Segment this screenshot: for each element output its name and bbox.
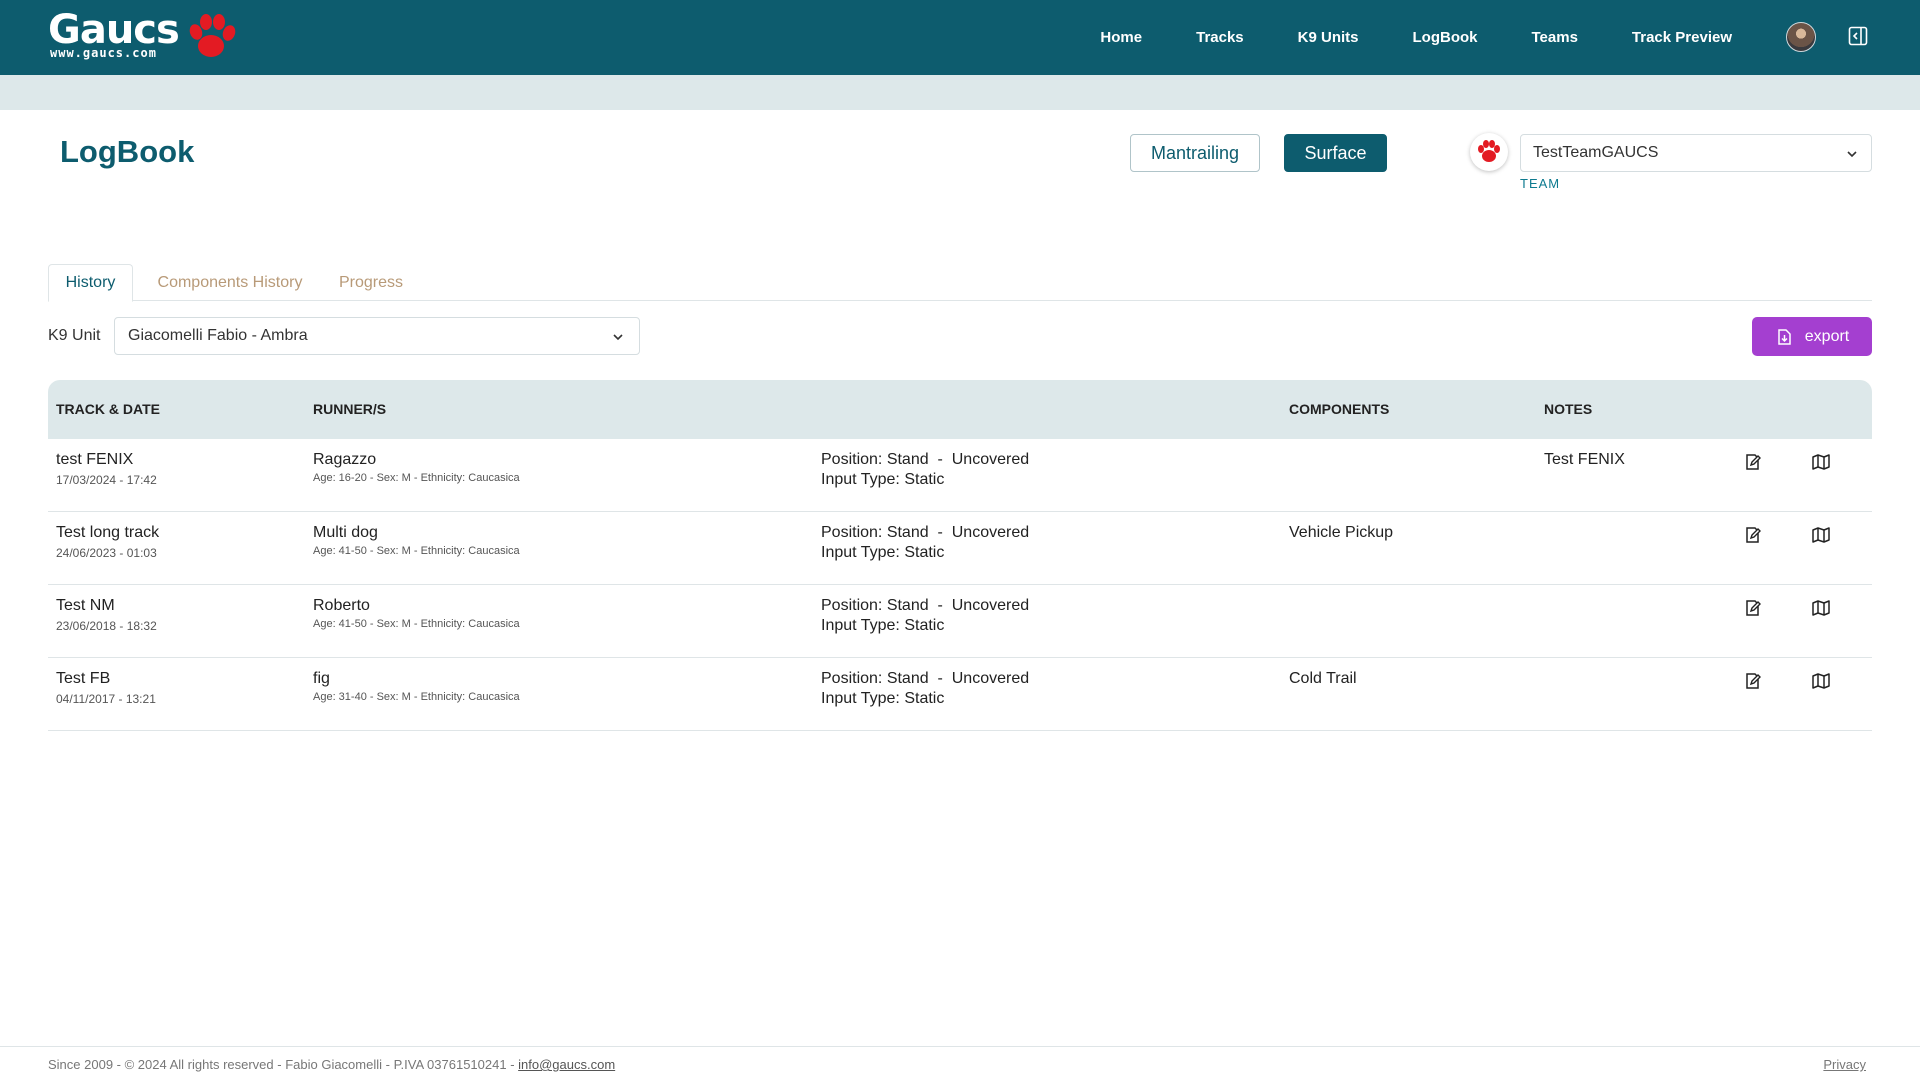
page-title: LogBook (60, 134, 195, 169)
table-header: TRACK & DATE RUNNER/S COMPONENTS NOTES (48, 380, 1872, 439)
table-row: Test FB 04/11/2017 - 13:21 fig Age: 31-40 -… (48, 658, 1872, 731)
map-icon[interactable] (1811, 452, 1831, 472)
edit-icon[interactable] (1743, 598, 1763, 618)
table-body: test FENIX 17/03/2024 - 17:42 Ragazzo Age: … (48, 439, 1872, 731)
tab-components-history[interactable]: Components History (150, 264, 310, 301)
runner-details: Age: 16-20 - Sex: M - Ethnicity: Caucasi… (313, 472, 520, 484)
map-icon[interactable] (1811, 671, 1831, 691)
input-type: Input Type: Static (821, 617, 945, 634)
track-name: Test FB (56, 670, 111, 687)
logo-url: www.gaucs.com (50, 46, 157, 60)
input-type: Input Type: Static (821, 544, 945, 561)
notes-cell: Test FENIX (1544, 451, 1625, 468)
runner-name: Multi dog (313, 524, 378, 541)
edit-icon[interactable] (1743, 525, 1763, 545)
team-logo (1470, 133, 1508, 171)
k9-unit-select[interactable]: Giacomelli Fabio - Ambra (114, 317, 640, 355)
runner-name: fig (313, 670, 330, 687)
nav-track-preview[interactable]: Track Preview (1632, 29, 1732, 46)
nav-teams[interactable]: Teams (1532, 29, 1578, 46)
table-row: Test NM 23/06/2018 - 18:32 Roberto Age: 41-… (48, 585, 1872, 658)
file-export-icon (1778, 328, 1791, 345)
chevron-down-icon (613, 334, 623, 341)
runner-details: Age: 41-50 - Sex: M - Ethnicity: Caucasi… (313, 618, 520, 630)
runner-position: Position: Stand - Uncovered (821, 597, 1030, 614)
components-cell: Vehicle Pickup (1289, 524, 1394, 541)
edit-icon[interactable] (1743, 452, 1763, 472)
logbook-tabs: History Components History Progress (48, 264, 1872, 302)
components-cell: Cold Trail (1289, 670, 1357, 687)
footer-text: Since 2009 - © 2024 All rights reserved … (48, 1057, 519, 1072)
track-name: test FENIX (56, 451, 134, 468)
runner-position: Position: Stand - Uncovered (821, 670, 1030, 687)
paw-icon (189, 14, 236, 57)
user-avatar[interactable] (1786, 22, 1816, 52)
chevron-down-icon (1847, 151, 1857, 158)
footer-email-link[interactable]: info@gaucs.com (518, 1057, 615, 1072)
team-select[interactable]: TestTeamGAUCS (1520, 134, 1872, 172)
tab-history[interactable]: History (48, 264, 133, 302)
runner-name: Roberto (313, 597, 370, 614)
footer-copyright: Since 2009 - © 2024 All rights reserved … (48, 1057, 615, 1072)
main-nav: Home Tracks K9 Units LogBook Teams Track… (1046, 0, 1732, 75)
team-select-value: TestTeamGAUCS (1533, 144, 1659, 161)
nav-home[interactable]: Home (1100, 29, 1142, 46)
runner-name: Ragazzo (313, 451, 377, 468)
table-row: Test long track 24/06/2023 - 01:03 Multi d… (48, 512, 1872, 585)
track-name: Test long track (56, 524, 160, 541)
team-label: TEAM (1520, 176, 1561, 191)
logo-text: Gaucs (48, 7, 180, 53)
runner-details: Age: 41-50 - Sex: M - Ethnicity: Caucasi… (313, 545, 520, 557)
export-label: export (1804, 327, 1850, 345)
track-date: 23/06/2018 - 18:32 (56, 619, 157, 633)
map-icon[interactable] (1811, 598, 1831, 618)
track-date: 04/11/2017 - 13:21 (56, 692, 156, 706)
runner-details: Age: 31-40 - Sex: M - Ethnicity: Caucasi… (313, 691, 520, 703)
mantrailing-button[interactable]: Mantrailing (1130, 134, 1260, 172)
export-button[interactable]: export (1752, 317, 1872, 356)
runner-position: Position: Stand - Uncovered (821, 524, 1030, 541)
privacy-link[interactable]: Privacy (1823, 1057, 1866, 1072)
paw-icon (1478, 140, 1500, 162)
track-name: Test NM (56, 597, 115, 614)
k9-unit-label: K9 Unit (48, 327, 101, 344)
k9-unit-select-value: Giacomelli Fabio - Ambra (128, 327, 308, 344)
tab-progress[interactable]: Progress (326, 264, 416, 301)
table-row: test FENIX 17/03/2024 - 17:42 Ragazzo Age: … (48, 439, 1872, 512)
header-notes: NOTES (1544, 401, 1593, 417)
top-navbar: Gaucs www.gaucs.com Home Tracks K9 Units… (0, 0, 1920, 75)
nav-logbook[interactable]: LogBook (1413, 29, 1478, 46)
logbook-table: TRACK & DATE RUNNER/S COMPONENTS NOTES t… (48, 380, 1872, 731)
header-components: COMPONENTS (1289, 401, 1390, 417)
track-date: 17/03/2024 - 17:42 (56, 473, 157, 487)
input-type: Input Type: Static (821, 690, 945, 707)
nav-tracks[interactable]: Tracks (1196, 29, 1244, 46)
track-date: 24/06/2023 - 01:03 (56, 546, 157, 560)
surface-button[interactable]: Surface (1284, 134, 1387, 172)
gaucs-logo[interactable]: Gaucs www.gaucs.com (48, 10, 238, 66)
footer: Since 2009 - © 2024 All rights reserved … (0, 1046, 1920, 1080)
header-track-date: TRACK & DATE (56, 401, 160, 417)
input-type: Input Type: Static (821, 471, 945, 488)
header-runners: RUNNER/S (313, 401, 387, 417)
panel-toggle-icon[interactable] (1848, 26, 1868, 46)
sub-header-bar (0, 75, 1920, 110)
runner-position: Position: Stand - Uncovered (821, 451, 1030, 468)
nav-k9-units[interactable]: K9 Units (1298, 29, 1359, 46)
map-icon[interactable] (1811, 525, 1831, 545)
edit-icon[interactable] (1743, 671, 1763, 691)
